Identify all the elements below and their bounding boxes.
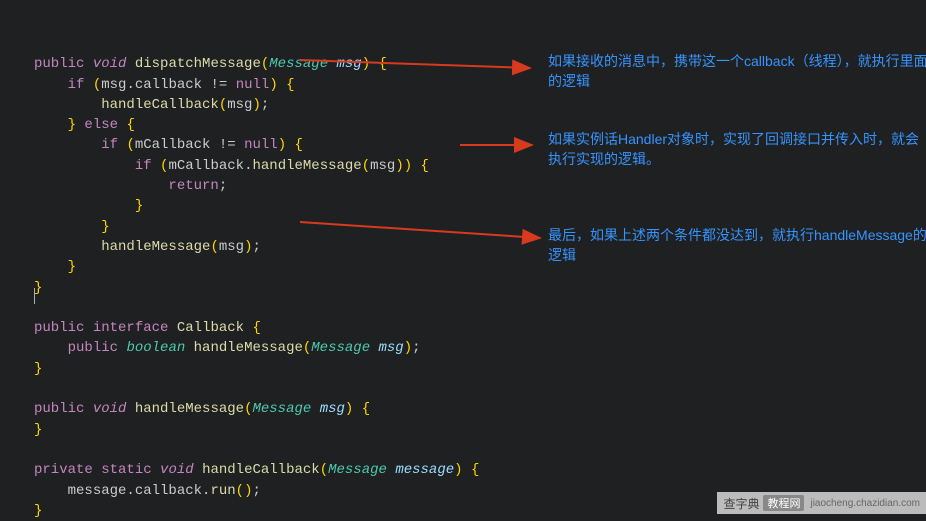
watermark-badge: 教程网 [763,495,804,511]
arrow-icon [460,138,540,152]
watermark: 查字典 教程网 jiaocheng.chazidian.com [717,492,926,514]
annotation-2: 如果实例话Handler对象时，实现了回调接口并传入时，就会执行实现的逻辑。 [548,130,926,169]
watermark-brand: 查字典 [723,495,759,512]
annotation-3: 最后，如果上述两个条件都没达到，就执行handleMessage的逻辑 [548,226,926,265]
watermark-url: jiaocheng.chazidian.com [810,498,920,509]
arrow-icon [300,56,540,76]
code-block: public void dispatchMessage(Message msg)… [34,34,894,521]
annotation-1: 如果接收的消息中，携带这一个callback（线程），就执行里面的逻辑 [548,52,926,91]
text-cursor [34,288,35,304]
arrow-icon [300,218,548,242]
